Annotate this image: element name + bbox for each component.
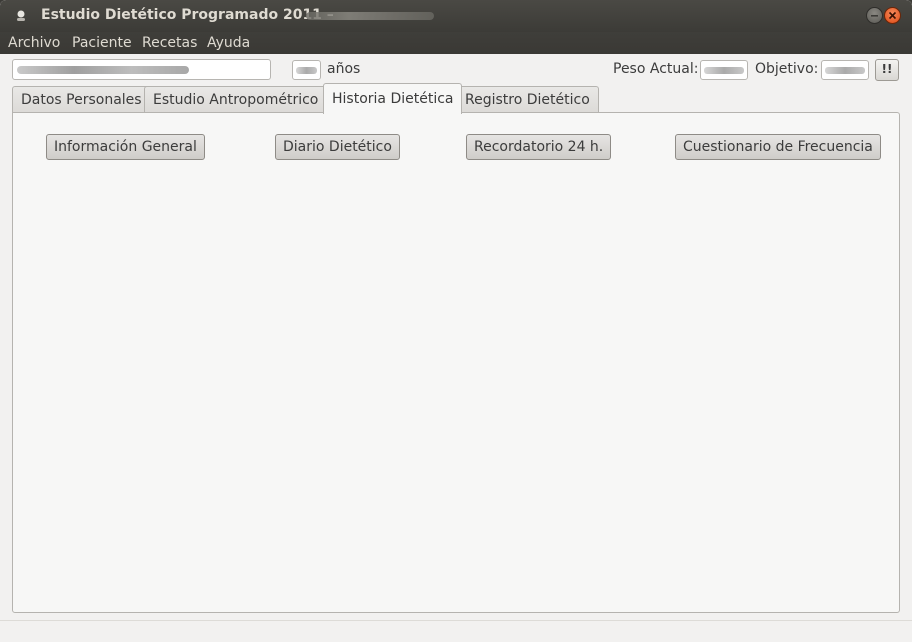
redacted-target-value [825,67,865,74]
minimize-button[interactable] [866,7,883,24]
alert-button[interactable]: !! [875,59,899,81]
recall-24h-button[interactable]: Recordatorio 24 h. [466,134,612,160]
general-info-button[interactable]: Información General [46,134,205,160]
menu-paciente[interactable]: Paciente [72,35,132,51]
application-window: Estudio Dietético Programado 2011 – Arch… [0,0,912,642]
status-bar [0,620,912,642]
menu-recetas[interactable]: Recetas [142,35,197,51]
redacted-age-value [296,67,317,74]
tab-content-panel [12,112,900,613]
menu-archivo[interactable]: Archivo [8,35,60,51]
current-weight-field[interactable] [700,60,748,80]
tab-registro-dietetico[interactable]: Registro Dietético [456,86,599,113]
menu-bar: Archivo Paciente Recetas Ayuda [0,32,912,54]
close-button[interactable] [884,7,901,24]
patient-age-field[interactable] [292,60,321,80]
minimize-icon [871,15,878,17]
target-weight-field[interactable] [821,60,869,80]
age-unit-label: años [327,61,361,77]
app-icon [17,10,25,21]
redacted-weight-value [704,67,744,74]
redacted-title-text [306,12,434,20]
patient-name-field[interactable] [12,59,271,80]
window-title: Estudio Dietético Programado 2011 – [41,7,334,23]
current-weight-label: Peso Actual: [613,61,699,77]
title-bar[interactable]: Estudio Dietético Programado 2011 – [0,0,912,32]
diet-diary-button[interactable]: Diario Dietético [275,134,400,160]
close-icon [888,11,897,20]
target-weight-label: Objetivo: [755,61,819,77]
tab-datos-personales[interactable]: Datos Personales [12,86,151,113]
redacted-name-value [17,66,189,74]
menu-ayuda[interactable]: Ayuda [207,35,250,51]
frequency-questionnaire-button[interactable]: Cuestionario de Frecuencia [675,134,881,160]
tab-estudio-antropometrico[interactable]: Estudio Antropométrico [144,86,328,113]
tab-historia-dietetica[interactable]: Historia Dietética [323,83,463,114]
